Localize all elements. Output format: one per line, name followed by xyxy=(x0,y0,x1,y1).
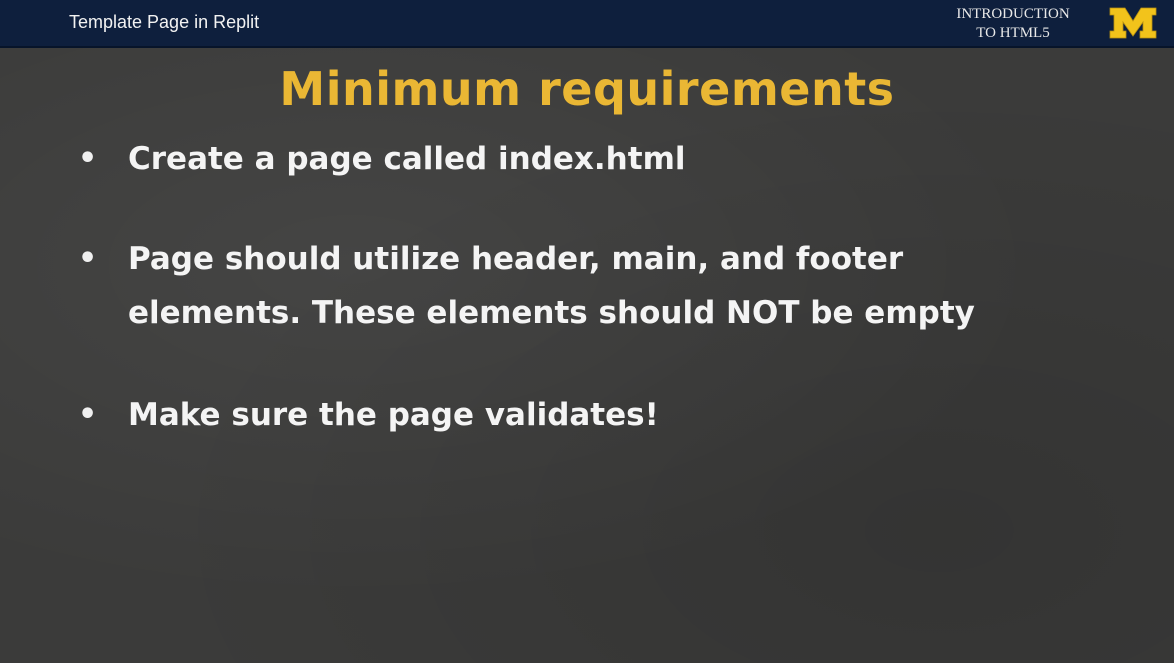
course-label: INTRODUCTION TO HTML5 xyxy=(938,5,1088,43)
logo-letter: M xyxy=(1133,25,1134,27)
bullet-text: Create a page called index.html xyxy=(128,141,686,177)
bullet-text: Page should utilize header, main, and fo… xyxy=(128,241,975,331)
top-bar: Template Page in Replit INTRODUCTION TO … xyxy=(0,0,1174,48)
bullet-dot-icon: • xyxy=(78,141,98,176)
course-label-text: INTRODUCTION TO HTML5 xyxy=(956,6,1070,41)
slide-heading: Minimum requirements xyxy=(279,62,895,116)
bullet-dot-icon: • xyxy=(78,397,98,432)
video-title: Template Page in Replit xyxy=(69,12,260,32)
university-m-logo-icon: M xyxy=(1109,7,1157,39)
bullet-text: Make sure the page validates! xyxy=(128,397,659,433)
bullet-dot-icon: • xyxy=(78,241,98,276)
slide: Template Page in Replit INTRODUCTION TO … xyxy=(0,0,1174,663)
